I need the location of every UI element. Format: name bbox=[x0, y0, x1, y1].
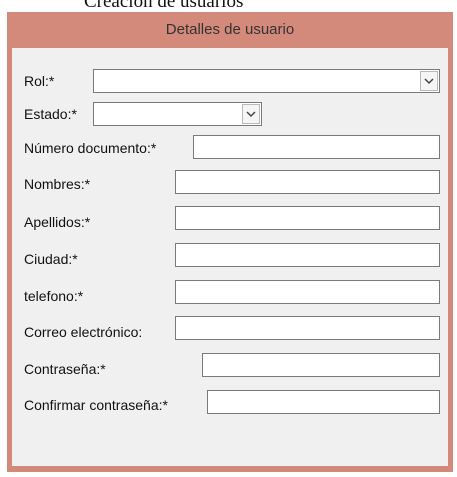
correo-label: Correo electrónico: bbox=[24, 324, 143, 340]
form-panel: Rol:* Estado:* Número documento:* Nombre… bbox=[12, 48, 448, 466]
window-title: Detalles de usuario bbox=[7, 12, 453, 48]
user-details-window: Detalles de usuario Rol:* Estado:* Númer… bbox=[7, 12, 453, 472]
numero-documento-label: Número documento:* bbox=[24, 140, 157, 156]
nombres-label: Nombres:* bbox=[24, 176, 91, 192]
rol-dropdown-button[interactable] bbox=[420, 71, 438, 91]
document-heading-fragment: Creación de usuarios bbox=[84, 0, 244, 12]
chevron-down-icon bbox=[424, 78, 434, 85]
telefono-input[interactable] bbox=[175, 280, 440, 304]
ciudad-label: Ciudad:* bbox=[24, 251, 78, 267]
rol-select[interactable] bbox=[93, 69, 440, 93]
estado-select[interactable] bbox=[93, 102, 262, 126]
telefono-label: telefono:* bbox=[24, 288, 84, 304]
estado-dropdown-button[interactable] bbox=[242, 104, 260, 124]
rol-label: Rol:* bbox=[24, 73, 55, 89]
confirmar-contrasena-input[interactable] bbox=[207, 390, 440, 414]
numero-documento-input[interactable] bbox=[193, 135, 440, 159]
ciudad-input[interactable] bbox=[175, 243, 440, 267]
confirmar-contrasena-label: Confirmar contraseña:* bbox=[24, 397, 168, 413]
correo-input[interactable] bbox=[175, 316, 440, 340]
contrasena-label: Contraseña:* bbox=[24, 361, 106, 377]
apellidos-label: Apellidos:* bbox=[24, 214, 91, 230]
estado-label: Estado:* bbox=[24, 106, 77, 122]
apellidos-input[interactable] bbox=[175, 206, 440, 230]
contrasena-input[interactable] bbox=[202, 353, 440, 377]
chevron-down-icon bbox=[246, 111, 256, 118]
nombres-input[interactable] bbox=[175, 170, 440, 194]
